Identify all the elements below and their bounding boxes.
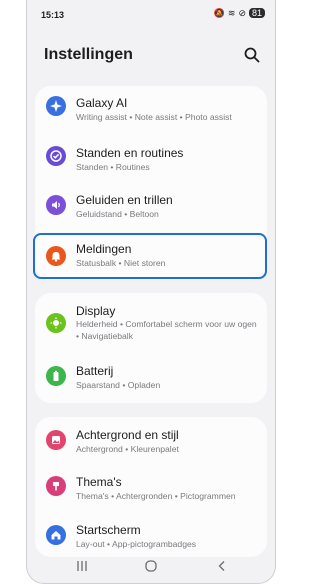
- phone-screen: 15:13 🔕 ≋ ⊘ 81 Instellingen Galaxy AI Wr…: [26, 0, 276, 584]
- setting-subtitle: Writing assist • Note assist • Photo ass…: [76, 112, 232, 122]
- setting-label: Geluiden en trillen: [76, 193, 173, 207]
- setting-subtitle: Spaarstand • Opladen: [76, 380, 161, 390]
- page-header: Instellingen: [27, 40, 275, 70]
- setting-subtitle: Thema's • Achtergronden • Pictogrammen: [76, 491, 236, 501]
- galaxy-ai-icon: [46, 96, 66, 116]
- status-time: 15:13: [41, 10, 65, 20]
- setting-modes-routines[interactable]: Standen en routines Standen • Routines: [35, 134, 267, 182]
- highlight-box: [33, 233, 267, 279]
- status-bar: 15:13 🔕 ≋ ⊘ 81: [27, 0, 275, 26]
- setting-label: Thema's: [76, 475, 122, 489]
- home-icon: [46, 525, 66, 545]
- modes-routines-icon: [46, 146, 66, 166]
- page-title: Instellingen: [44, 46, 133, 63]
- setting-subtitle: Helderheid • Comfortabel scherm voor uw …: [76, 319, 257, 341]
- setting-home-screen[interactable]: Startscherm Lay-out • App-pictogrambadge…: [35, 513, 267, 557]
- setting-wallpaper-style[interactable]: Achtergrond en stijl Achtergrond • Kleur…: [35, 417, 267, 465]
- setting-label: Batterij: [76, 364, 114, 378]
- battery-indicator: 81: [248, 8, 265, 18]
- setting-label: Achtergrond en stijl: [76, 428, 179, 442]
- mute-icon: 🔕: [213, 8, 225, 18]
- recent-apps-icon[interactable]: [75, 560, 89, 572]
- setting-label: Display: [76, 304, 116, 318]
- settings-group-2: Display Helderheid • Comfortabel scherm …: [35, 293, 267, 403]
- home-button-icon[interactable]: [144, 560, 158, 572]
- setting-subtitle: Achtergrond • Kleurenpalet: [76, 444, 179, 454]
- search-icon[interactable]: [243, 46, 261, 64]
- setting-label: Startscherm: [76, 523, 141, 537]
- back-icon[interactable]: [215, 560, 229, 572]
- navigation-bar: [27, 556, 275, 580]
- setting-display[interactable]: Display Helderheid • Comfortabel scherm …: [35, 293, 267, 353]
- status-icons: 🔕 ≋ ⊘ 81: [214, 8, 265, 18]
- setting-themes[interactable]: Thema's Thema's • Achtergronden • Pictog…: [35, 465, 267, 513]
- setting-galaxy-ai[interactable]: Galaxy AI Writing assist • Note assist •…: [35, 86, 267, 134]
- setting-battery[interactable]: Batterij Spaarstand • Opladen: [35, 353, 267, 403]
- themes-icon: [46, 476, 66, 496]
- setting-subtitle: Lay-out • App-pictogrambadges: [76, 539, 197, 549]
- setting-label: Galaxy AI: [76, 96, 128, 110]
- setting-subtitle: Geluidstand • Beltoon: [76, 209, 159, 219]
- battery-icon: [46, 366, 66, 386]
- setting-label: Standen en routines: [76, 146, 184, 160]
- wifi-icon: ≋: [227, 8, 236, 18]
- setting-sounds[interactable]: Geluiden en trillen Geluidstand • Beltoo…: [35, 182, 267, 232]
- wallpaper-icon: [46, 430, 66, 450]
- sound-icon: [46, 195, 66, 215]
- no-signal-icon: ⊘: [238, 8, 246, 18]
- battery-level: 81: [251, 8, 262, 18]
- settings-group-3: Achtergrond en stijl Achtergrond • Kleur…: [35, 417, 267, 557]
- display-sun-icon: [46, 313, 66, 333]
- setting-subtitle: Standen • Routines: [76, 162, 150, 172]
